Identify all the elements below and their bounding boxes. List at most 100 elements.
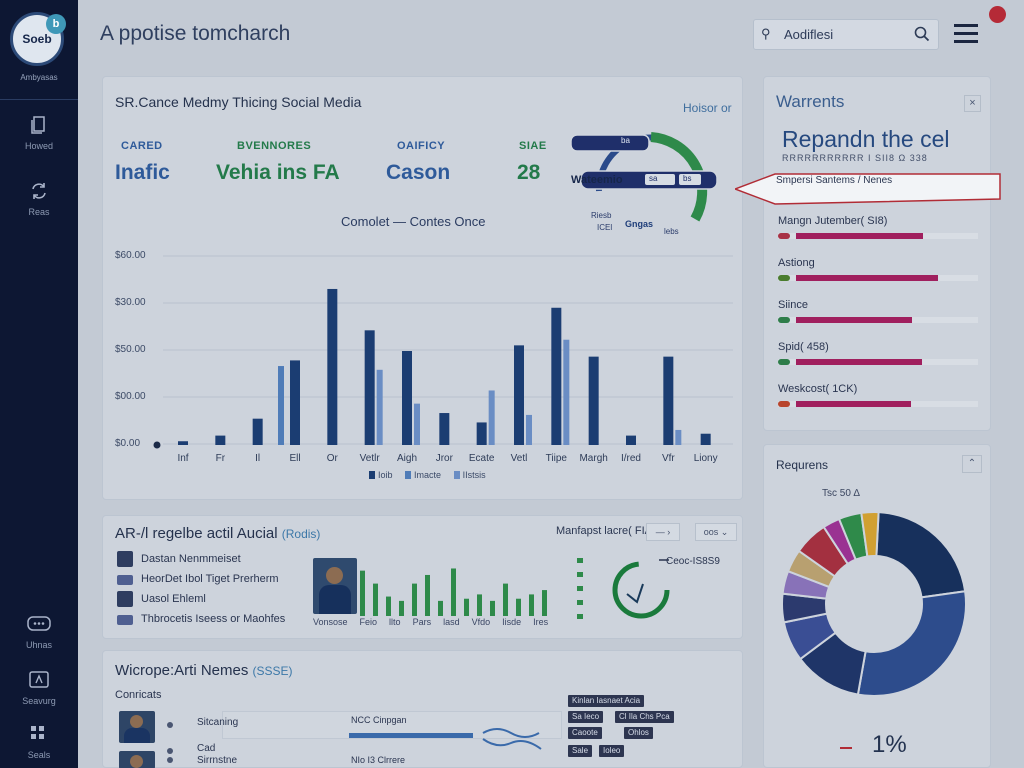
- warrents-heading: Repandn the cel: [782, 126, 950, 152]
- donut-slice[interactable]: [875, 511, 966, 599]
- panel-title: Warrents: [776, 92, 845, 111]
- progress-track: [778, 401, 978, 407]
- tag-chip[interactable]: Kinlan Iasnaet Acia: [568, 695, 645, 707]
- person-name: Thbrocetis Iseess or Maohfes: [141, 613, 286, 625]
- tag-chip[interactable]: Caoote: [568, 727, 602, 739]
- sidebar-item-seavurg[interactable]: Seavurg: [0, 670, 78, 720]
- panel-title: Requrens: [776, 458, 829, 472]
- panel-title-text: AR-/l regelbe actil Aucial: [115, 525, 278, 542]
- progress-label: Mangn Jutember( SI8): [778, 215, 888, 227]
- bar[interactable]: [526, 414, 532, 445]
- bar[interactable]: [488, 390, 495, 445]
- hamburger-menu-icon[interactable]: [954, 24, 978, 44]
- tag-chip[interactable]: Cl Ila Chs Pca: [615, 711, 674, 723]
- bar[interactable]: [278, 366, 284, 445]
- sidebar-item-reas[interactable]: Reas: [0, 181, 78, 231]
- progress-dot: [778, 233, 790, 239]
- caption: Ires: [533, 617, 549, 627]
- caption: Vonsose: [313, 617, 348, 627]
- article-photo: [313, 558, 357, 614]
- next-button[interactable]: — ›: [646, 523, 680, 541]
- article-panel: AR-/l regelbe actil Aucial (Rodis) Manfa…: [102, 515, 743, 639]
- bar[interactable]: [290, 360, 300, 445]
- bar[interactable]: [402, 351, 412, 445]
- search-box[interactable]: ⚲: [753, 19, 939, 50]
- search-icon[interactable]: [914, 26, 930, 42]
- progress-label: Spid( 458): [778, 341, 829, 353]
- bar[interactable]: [700, 433, 711, 445]
- sidebar-item-label: Howed: [24, 141, 53, 151]
- donut-slice[interactable]: [856, 590, 966, 697]
- mini-bar: [373, 583, 378, 616]
- bar[interactable]: [327, 288, 338, 445]
- progress-dot: [778, 275, 790, 281]
- caption: Feio: [359, 617, 378, 627]
- tag-chip[interactable]: Ohlos: [624, 727, 653, 739]
- legend-entry: Imacte: [414, 470, 442, 480]
- logo-badge: b: [46, 14, 66, 34]
- bar[interactable]: [414, 403, 420, 445]
- sidebar-divider: [0, 99, 78, 100]
- mini-bar: [399, 600, 404, 616]
- bar[interactable]: [626, 435, 636, 445]
- sidebar-item-seals[interactable]: Seals: [0, 724, 78, 768]
- legend-entry: IIstsis: [462, 470, 486, 480]
- close-icon[interactable]: ×: [964, 95, 981, 112]
- sidebar-item-uhnas[interactable]: Uhnas: [0, 614, 78, 664]
- tag-chip[interactable]: Sa Ieco: [568, 711, 604, 723]
- mini-bar: [386, 596, 391, 616]
- list-item[interactable]: Thbrocetis Iseess or Maohfes: [115, 611, 285, 631]
- news-subtitle: Conricats: [115, 689, 162, 701]
- mini-bar: [516, 598, 521, 616]
- sidebar-item-howed[interactable]: Howed: [0, 115, 78, 165]
- bar[interactable]: [252, 418, 263, 445]
- bar[interactable]: [376, 369, 383, 445]
- caption: llto: [389, 617, 401, 627]
- options-dropdown[interactable]: oos ⌄: [695, 523, 737, 541]
- bar[interactable]: [514, 345, 524, 445]
- person-name: Dastan Nenmmeiset: [141, 553, 241, 565]
- dash-indicator: [840, 747, 852, 749]
- legend-swatch: [453, 471, 460, 479]
- collapse-button[interactable]: ⌃: [962, 455, 982, 473]
- panel-tag: (SSSE): [252, 664, 293, 678]
- bar[interactable]: [476, 422, 487, 445]
- list-item[interactable]: Uasol Ehleml: [115, 591, 285, 611]
- magic-wand-icon: ⚲: [761, 26, 771, 41]
- legend-swatch: [405, 471, 412, 479]
- bar[interactable]: [588, 356, 599, 445]
- chat-icon: [0, 614, 78, 640]
- bar[interactable]: [178, 441, 188, 445]
- bar[interactable]: [439, 413, 450, 445]
- news-detail: NCC Cinpgan: [351, 715, 407, 725]
- progress-label: Siince: [778, 299, 808, 311]
- progress-row: Mangn Jutember( SI8): [778, 215, 978, 239]
- caption: Vfdo: [471, 617, 491, 627]
- bar[interactable]: [663, 356, 674, 445]
- bar[interactable]: [675, 429, 682, 445]
- list-item[interactable]: Dastan Nenmmeiset: [115, 551, 285, 571]
- list-item[interactable]: HeorDet Ibol Tiget Prerherm: [115, 571, 285, 591]
- tag-chip[interactable]: Sale: [568, 745, 593, 757]
- bar[interactable]: [215, 435, 226, 445]
- bar[interactable]: [551, 307, 562, 445]
- mini-chart-captions: Vonsose Feio llto Pars lasd Vfdo Iisde Ires: [313, 617, 560, 627]
- bar[interactable]: [563, 339, 570, 445]
- progress-fill: [796, 401, 911, 407]
- mini-bar: [542, 590, 547, 616]
- sidebar: Soeb b Ambyasas Howed Reas Uhnas Seavurg…: [0, 0, 78, 768]
- axis-origin-dot: [153, 441, 161, 449]
- news-text: Sirrnstne: [197, 755, 238, 766]
- progress-label: Weskcost( 1CK): [778, 383, 858, 395]
- progress-dot: [778, 317, 790, 323]
- search-input[interactable]: [784, 24, 904, 45]
- tag-chip[interactable]: Ioleo: [599, 745, 625, 757]
- logo-text: Soeb: [22, 32, 52, 46]
- notification-badge[interactable]: [989, 6, 1006, 23]
- grid-icon: [0, 724, 78, 750]
- warrents-panel: Warrents × Repandn the cel RRRRRRRRRRR I…: [763, 76, 991, 431]
- panel-title: Wicrope:Arti Nemes (SSSE): [115, 662, 293, 679]
- news-row[interactable]: Sirrnstne NIo I3 Clrrere: [115, 751, 555, 768]
- bar[interactable]: [364, 330, 375, 445]
- refresh-icon: [0, 181, 78, 207]
